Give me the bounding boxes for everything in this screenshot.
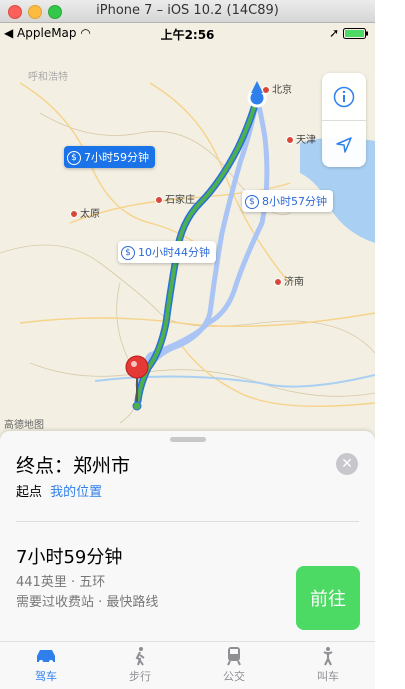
tab-rideshare[interactable]: 叫车 — [298, 646, 358, 684]
phone-screen: 呼和浩特 北京 天津 石家庄 太原 济南 $7小时59分钟 $8小时57分钟 $… — [0, 23, 375, 689]
city-taiyuan[interactable]: 太原 — [70, 205, 100, 220]
city-shijiazhuang[interactable]: 石家庄 — [155, 191, 195, 206]
tab-transit[interactable]: 公交 — [204, 646, 264, 684]
toll-icon: $ — [67, 151, 81, 165]
rideshare-icon — [323, 647, 333, 666]
tab-drive[interactable]: 驾车 — [16, 646, 76, 684]
origin-row: 起点 我的位置 — [16, 481, 102, 500]
battery-icon — [343, 28, 368, 39]
location-services-icon: ➚ — [329, 26, 340, 40]
map-view[interactable]: 呼和浩特 北京 天津 石家庄 太原 济南 $7小时59分钟 $8小时57分钟 $… — [0, 23, 375, 443]
destination-pin-icon[interactable] — [122, 353, 152, 411]
city-label-faded: 呼和浩特 — [28, 72, 68, 83]
tab-walk[interactable]: 步行 — [110, 646, 170, 684]
transit-icon — [227, 647, 241, 666]
sheet-grabber[interactable] — [170, 437, 206, 442]
route-distance: 441英里 · 五环 — [16, 575, 106, 590]
route-callout-selected[interactable]: $7小时59分钟 — [64, 146, 155, 168]
car-icon — [37, 650, 55, 664]
origin-label: 起点 — [16, 485, 43, 500]
go-button[interactable]: 前往 — [296, 566, 360, 630]
info-button[interactable] — [322, 73, 366, 120]
map-controls — [322, 73, 366, 167]
window-title: iPhone 7 – iOS 10.2 (14C89) — [96, 3, 279, 18]
route-note: 需要过收费站 · 最快路线 — [16, 595, 159, 610]
close-icon: ✕ — [341, 456, 353, 472]
map-attribution: 高德地图 — [4, 420, 44, 431]
city-jinan[interactable]: 济南 — [274, 273, 304, 288]
walk-icon — [135, 647, 145, 666]
window-titlebar: iPhone 7 – iOS 10.2 (14C89) — [0, 0, 375, 23]
status-time: 上午2:56 — [160, 28, 215, 42]
destination-title: 终点：郑州市 — [16, 455, 131, 477]
route-callout-alt-1[interactable]: $10小时44分钟 — [118, 241, 216, 263]
info-icon — [333, 86, 355, 107]
city-tianjin[interactable]: 天津 — [286, 131, 316, 146]
status-right: ➚ — [329, 26, 369, 40]
track-location-button[interactable] — [322, 120, 366, 168]
toll-icon: $ — [121, 246, 135, 260]
origin-value-link[interactable]: 我的位置 — [50, 485, 102, 500]
route-sheet: 终点：郑州市 起点 我的位置 ✕ 7小时59分钟 441英里 · 五环 需要过收… — [0, 431, 375, 641]
route-callout-alt-2[interactable]: $8小时57分钟 — [242, 190, 333, 212]
toll-icon: $ — [245, 195, 259, 209]
location-arrow-icon — [336, 136, 352, 153]
route-duration: 7小时59分钟 — [16, 547, 123, 568]
status-bar: ◀ AppleMap ◠ 上午2:56 ➚ — [0, 23, 375, 43]
map-canvas — [0, 23, 375, 443]
close-directions-button[interactable]: ✕ — [336, 453, 358, 475]
divider — [16, 521, 359, 522]
transport-tab-bar: 驾车 步行 公交 叫车 — [0, 641, 375, 689]
city-beijing[interactable]: 北京 — [262, 81, 292, 96]
